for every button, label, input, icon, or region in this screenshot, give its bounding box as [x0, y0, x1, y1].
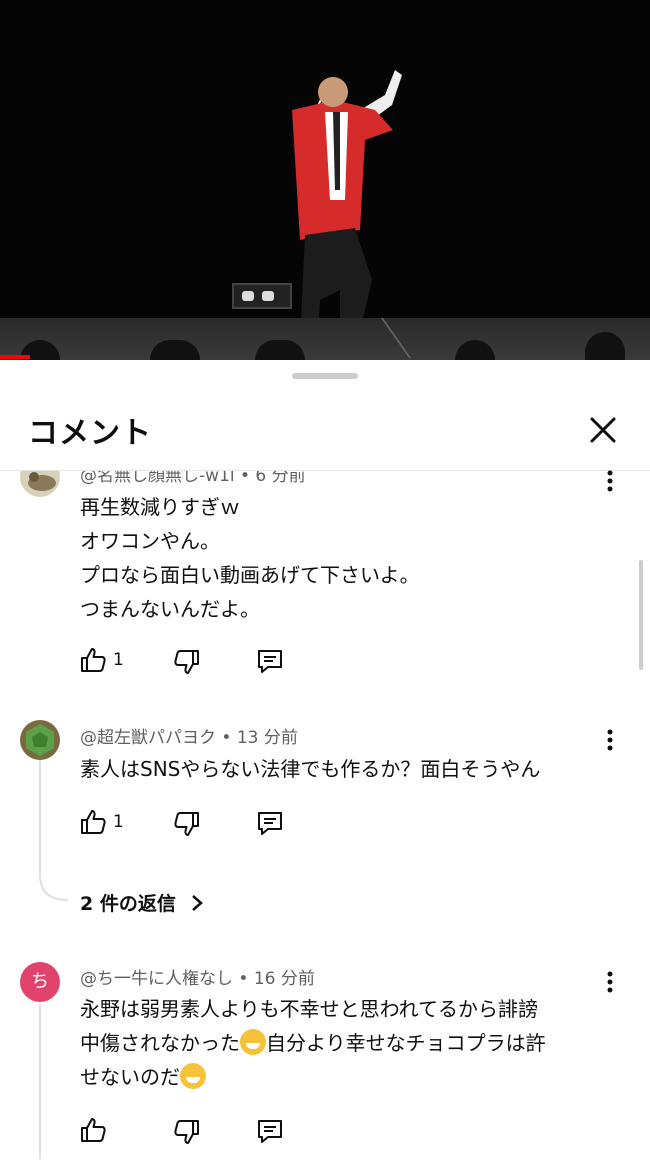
replies-label: 2 件の返信: [80, 893, 176, 915]
performer-figure: [292, 70, 402, 346]
like-count: 1: [113, 812, 124, 832]
avatar[interactable]: ち: [20, 962, 60, 1002]
chevron-right-icon: [192, 895, 204, 911]
thumbs-up-icon[interactable]: [79, 808, 107, 836]
comment-line: オワコンやん。: [80, 529, 220, 553]
view-replies-button[interactable]: 2 件の返信: [80, 889, 204, 916]
thread-connector: [39, 760, 69, 901]
stage-floor: [0, 318, 650, 360]
comment-line: 再生数減りすぎｗ: [80, 495, 240, 519]
thread-connector: [39, 1004, 41, 1159]
comment-author-meta[interactable]: @名無し顔無し-w1l • 6 分前: [80, 471, 306, 486]
more-options-icon[interactable]: [600, 469, 620, 493]
comment-text: 永野は弱男素人よりも不幸せと思われてるから誹謗 中傷されなかった 自分より幸せなチ…: [80, 992, 600, 1094]
video-player[interactable]: [0, 0, 650, 360]
grin-sweat-emoji-icon: [240, 1029, 266, 1055]
comment-line: せないのだ: [80, 1060, 600, 1094]
comment-author-meta[interactable]: @ち一牛に人権なし • 16 分前: [80, 964, 315, 989]
avatar[interactable]: [20, 471, 60, 497]
comment-text: 再生数減りすぎｗ オワコンやん。 プロなら面白い動画あげて下さいよ。 つまんない…: [80, 490, 600, 626]
more-options-icon[interactable]: [600, 728, 620, 752]
thumbs-up-icon[interactable]: [79, 1116, 107, 1144]
grin-sweat-emoji-icon: [180, 1063, 206, 1089]
reply-icon[interactable]: [256, 1117, 284, 1145]
video-progress-bar[interactable]: [0, 355, 30, 359]
comment-text: 素人はSNSやらない法律でも作るか？面白そうやん: [80, 752, 600, 786]
thumbs-down-icon[interactable]: [173, 648, 201, 676]
comment-author-meta[interactable]: @超左獣パパヨク • 13 分前: [80, 723, 298, 748]
reply-icon[interactable]: [256, 809, 284, 837]
scrollbar[interactable]: [639, 560, 643, 670]
stage-light: [232, 283, 292, 309]
close-icon[interactable]: [588, 415, 618, 445]
sheet-title: コメント: [28, 416, 152, 451]
avatar[interactable]: [20, 720, 60, 760]
reply-icon[interactable]: [256, 647, 284, 675]
thumbs-up-icon[interactable]: [79, 646, 107, 674]
drag-handle[interactable]: [292, 373, 358, 379]
comment-line: つまんないんだよ。: [80, 597, 260, 621]
thumbs-down-icon[interactable]: [173, 810, 201, 838]
comment-line: 中傷されなかった 自分より幸せなチョコプラは許: [80, 1029, 546, 1055]
like-count: 1: [113, 650, 124, 670]
more-options-icon[interactable]: [600, 970, 620, 994]
avatar-letter: ち: [31, 971, 49, 992]
comment-line: プロなら面白い動画あげて下さいよ。: [80, 563, 420, 587]
thumbs-down-icon[interactable]: [173, 1118, 201, 1146]
comment-line: 永野は弱男素人よりも不幸せと思われてるから誹謗: [80, 997, 538, 1021]
comment-line: 素人はSNSやらない法律でも作るか？面白そうやん: [80, 757, 541, 781]
